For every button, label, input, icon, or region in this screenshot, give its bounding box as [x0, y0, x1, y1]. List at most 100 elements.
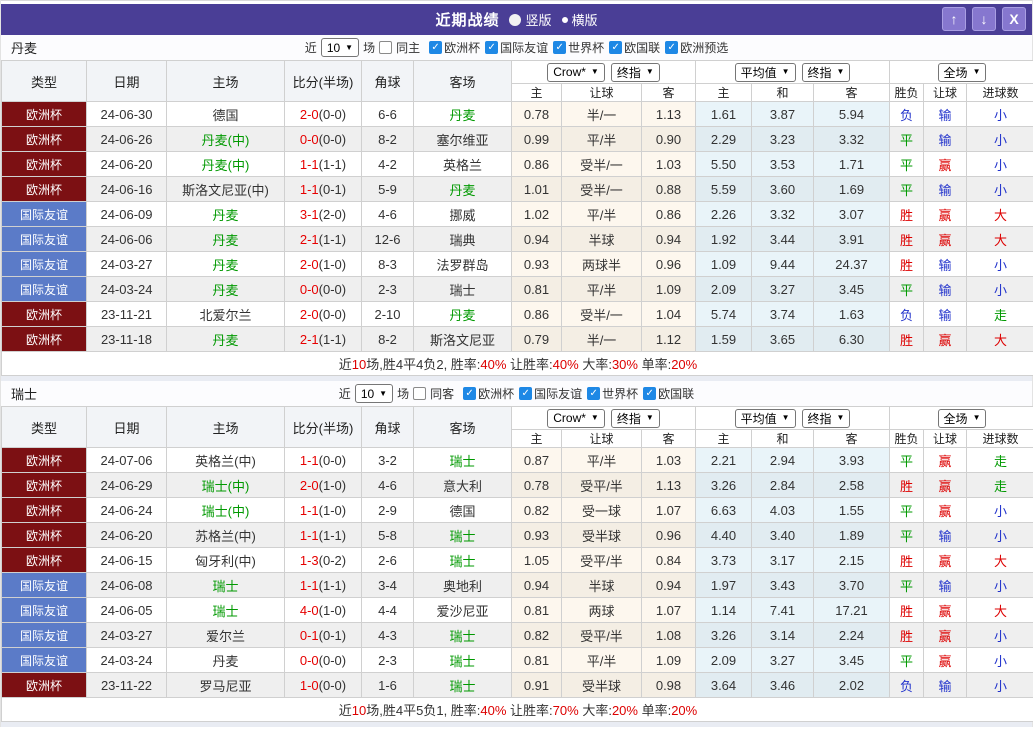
scope-select[interactable]: 全场 ▼ — [937, 62, 987, 82]
corner-count: 2-3 — [361, 276, 414, 302]
corner-count: 2-6 — [361, 547, 414, 573]
move-down-button[interactable]: ↓ — [972, 7, 996, 31]
chevron-down-icon: ▼ — [972, 413, 981, 422]
match-date: 24-06-16 — [86, 176, 167, 202]
corner-count: 8-3 — [361, 251, 414, 277]
match-date: 24-06-20 — [86, 151, 167, 177]
result-goals: 大 — [966, 226, 1033, 252]
avg-away: 3.07 — [812, 201, 891, 227]
col-date-header: 日期 — [86, 406, 167, 448]
competition-filter: ✓ 世界杯 — [553, 39, 604, 56]
same-venue-checkbox[interactable] — [413, 387, 427, 400]
odds-home: 0.81 — [511, 647, 562, 673]
competition-checkbox[interactable]: ✓ — [609, 41, 623, 54]
chevron-down-icon: ▼ — [379, 388, 388, 398]
filter-controls: 近 10 ▼ 场 同主 ✓ 欧洲杯 ✓ 国际友谊 ✓ 世界杯 ✓ 欧国联 ✓ 欧洲预选 — [1, 38, 1032, 57]
away-team: 丹麦 — [413, 101, 512, 127]
result-handicap: 赢 — [923, 597, 968, 623]
competition-filter: ✓ 国际友谊 — [485, 39, 548, 56]
match-row: 欧洲杯 24-06-20 苏格兰(中) 1-1(1-1) 5-8 瑞士 0.93 受半球 0.9… — [1, 522, 1033, 548]
odds-home: 0.91 — [511, 672, 562, 698]
avg-away: 1.69 — [812, 176, 891, 202]
vertical-layout-radio[interactable]: 竖版 — [509, 10, 552, 29]
match-row: 国际友谊 24-06-06 丹麦 2-1(1-1) 12-6 瑞典 0.94 半球 0.94 1.… — [1, 226, 1033, 252]
result-winlose: 平 — [889, 497, 925, 523]
horizontal-layout-radio[interactable]: 横版 — [561, 10, 598, 29]
result-goals: 小 — [966, 151, 1033, 177]
competition-checkbox[interactable]: ✓ — [429, 41, 443, 54]
avg-home: 2.09 — [695, 276, 752, 302]
handicap-line: 受半球 — [561, 672, 642, 698]
score: 2-1(1-1) — [284, 326, 362, 352]
result-handicap: 赢 — [923, 472, 968, 498]
avg-away: 3.91 — [812, 226, 891, 252]
competition-checkbox[interactable]: ✓ — [553, 41, 567, 54]
matches-label: 场 — [363, 41, 376, 55]
competition-checkbox[interactable]: ✓ — [587, 387, 601, 400]
match-date: 23-11-22 — [86, 672, 167, 698]
matches-count-value: 10 — [360, 386, 375, 401]
handicap-line: 平/半 — [561, 126, 642, 152]
result-wl-header: 胜负 — [889, 429, 925, 448]
score: 1-1(1-1) — [284, 572, 362, 598]
match-date: 24-06-08 — [86, 572, 167, 598]
competition-checkbox[interactable]: ✓ — [519, 387, 533, 400]
score: 0-0(0-0) — [284, 126, 362, 152]
result-winlose: 负 — [889, 301, 925, 327]
scope-select[interactable]: 全场 ▼ — [937, 408, 987, 428]
summary-line: 近10场,胜4平4负2, 胜率:40% 让胜率:40% 大率:30% 单率:20… — [0, 351, 1033, 376]
bookmaker-time-select[interactable]: 终指 ▼ — [610, 408, 660, 428]
bookmaker-select[interactable]: Crow* ▼ — [547, 62, 605, 82]
move-up-button[interactable]: ↑ — [942, 7, 966, 31]
average-select[interactable]: 平均值 ▼ — [734, 408, 796, 428]
result-winlose: 胜 — [889, 547, 925, 573]
result-handicap-header: 让球 — [923, 429, 968, 448]
competition-type: 国际友谊 — [1, 572, 87, 598]
chevron-down-icon: ▼ — [645, 67, 654, 76]
match-date: 24-06-30 — [86, 101, 167, 127]
chevron-down-icon: ▼ — [781, 67, 790, 76]
away-team: 丹麦 — [413, 176, 512, 202]
matches-count-select[interactable]: 10 ▼ — [320, 38, 360, 57]
avg-draw: 3.27 — [751, 276, 814, 302]
competition-checkbox[interactable]: ✓ — [665, 41, 679, 54]
competition-checkbox[interactable]: ✓ — [463, 387, 477, 400]
result-goals: 小 — [966, 622, 1033, 648]
result-winlose: 平 — [889, 447, 925, 473]
average-select[interactable]: 平均值 ▼ — [734, 62, 796, 82]
close-button[interactable]: X — [1002, 7, 1026, 31]
same-venue-checkbox[interactable] — [379, 41, 393, 54]
result-winlose: 平 — [889, 647, 925, 673]
matches-count-select[interactable]: 10 ▼ — [354, 384, 394, 403]
match-row: 欧洲杯 23-11-18 丹麦 2-1(1-1) 8-2 斯洛文尼亚 0.79 半/一 1.12… — [1, 326, 1033, 352]
corner-count: 4-6 — [361, 201, 414, 227]
score: 1-1(0-1) — [284, 176, 362, 202]
result-handicap-header: 让球 — [923, 83, 968, 102]
competition-label: 国际友谊 — [534, 387, 583, 401]
average-time-select[interactable]: 终指 ▼ — [801, 408, 851, 428]
match-row: 欧洲杯 24-06-15 匈牙利(中) 1-3(0-2) 2-6 瑞士 1.05 受平/半 0.… — [1, 547, 1033, 573]
col-score-header: 比分(半场) — [284, 60, 362, 102]
avg-draw: 3.46 — [751, 672, 814, 698]
result-goals: 小 — [966, 672, 1033, 698]
result-handicap: 赢 — [923, 326, 968, 352]
handicap-line: 受半/一 — [561, 176, 642, 202]
competition-checkbox[interactable]: ✓ — [643, 387, 657, 400]
bookmaker-time-select[interactable]: 终指 ▼ — [610, 62, 660, 82]
odds-home: 0.82 — [511, 622, 562, 648]
competition-type: 欧洲杯 — [1, 672, 87, 698]
bookmaker-select[interactable]: Crow* ▼ — [547, 408, 605, 428]
summary-segment: 让胜率: — [506, 703, 553, 718]
handicap-line: 受平/半 — [561, 547, 642, 573]
handicap-line: 平/半 — [561, 201, 642, 227]
match-date: 24-07-06 — [86, 447, 167, 473]
avg-draw: 3.14 — [751, 622, 814, 648]
average-time-select[interactable]: 终指 ▼ — [801, 62, 851, 82]
handicap-line: 半/一 — [561, 101, 642, 127]
result-goals: 小 — [966, 647, 1033, 673]
competition-checkbox[interactable]: ✓ — [485, 41, 499, 54]
avg-home: 2.21 — [695, 447, 752, 473]
handicap-line: 受一球 — [561, 497, 642, 523]
summary-segment: 单率: — [637, 703, 672, 718]
avg-home: 1.09 — [695, 251, 752, 277]
